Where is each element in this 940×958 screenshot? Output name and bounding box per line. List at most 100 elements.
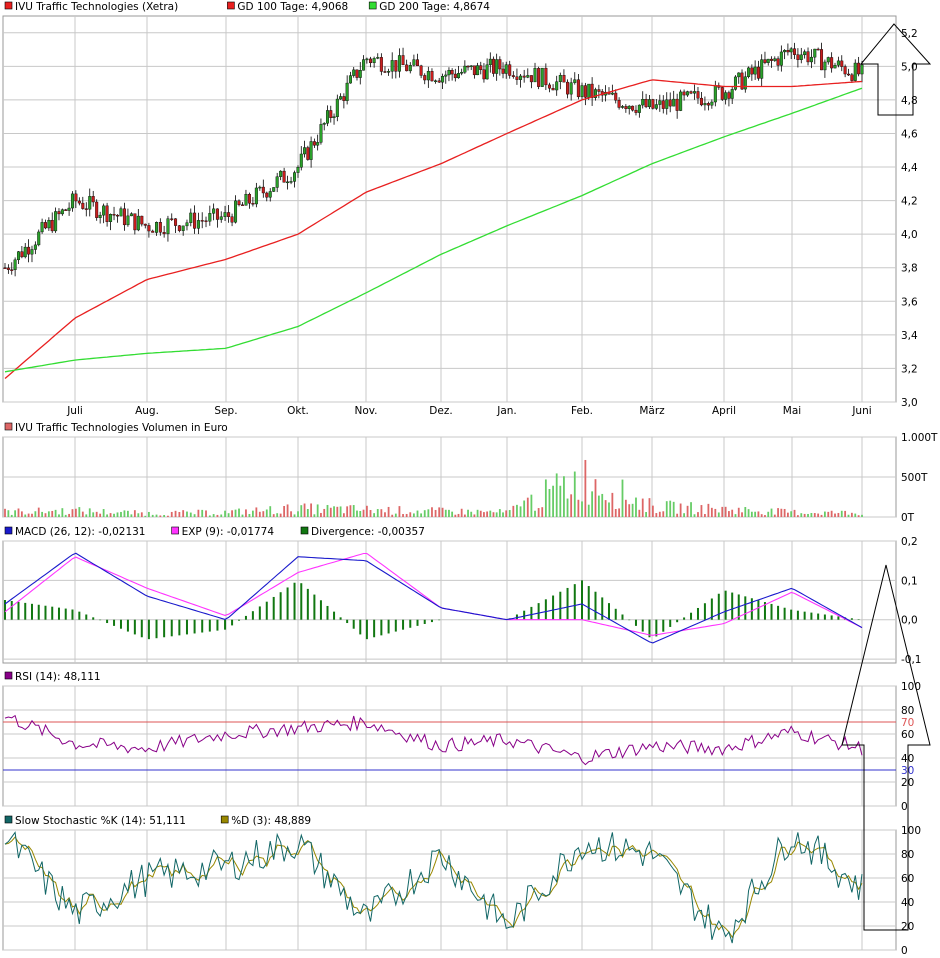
- candle-body: [397, 55, 401, 72]
- volume-bar: [505, 510, 508, 517]
- candle-body: [617, 100, 621, 108]
- divergence-bar: [777, 605, 780, 620]
- volume-bar: [159, 515, 162, 517]
- candle-body: [515, 76, 519, 80]
- candle-body: [803, 51, 807, 56]
- candle-body: [679, 91, 683, 111]
- volume-bar: [747, 509, 750, 517]
- candle-body: [170, 218, 174, 220]
- candle-body: [293, 172, 297, 182]
- xtick-5: Dez.: [429, 405, 452, 417]
- divergence-bar: [523, 610, 526, 620]
- volume-bar: [584, 459, 587, 517]
- volume-bar: [189, 512, 192, 517]
- volume-bar: [754, 511, 757, 517]
- candle-body: [234, 200, 238, 223]
- volume-bar: [339, 506, 342, 517]
- divergence-bar: [57, 607, 60, 620]
- divergence-bar: [703, 603, 706, 620]
- candle-body: [756, 66, 760, 79]
- volume-bar: [704, 514, 706, 517]
- volume-bar: [611, 492, 614, 517]
- volume-bar: [577, 499, 580, 517]
- volume-bar: [127, 510, 129, 517]
- candle-body: [555, 81, 559, 91]
- volume-bar: [133, 510, 136, 517]
- divergence-bar: [552, 595, 555, 620]
- divergence-bar: [119, 619, 122, 629]
- candle-body: [569, 82, 573, 95]
- candle-body: [498, 59, 502, 70]
- candle-body: [853, 62, 857, 81]
- divergence-bar: [373, 619, 376, 638]
- candle-body: [419, 65, 423, 76]
- divergence-bar: [621, 614, 624, 620]
- volume-bar: [686, 505, 689, 517]
- volume-bar: [559, 485, 562, 517]
- candle-body: [126, 215, 130, 226]
- divergence-bar: [783, 607, 786, 620]
- candle-body: [463, 65, 467, 73]
- volume-bar: [106, 514, 108, 517]
- volume-bar: [731, 509, 734, 517]
- volume-bar: [807, 513, 809, 517]
- candle-body: [703, 103, 707, 106]
- volume-bar: [51, 510, 54, 517]
- candle-body: [88, 196, 92, 210]
- candle-body: [710, 101, 714, 106]
- candle-body: [362, 59, 366, 71]
- volume-bar: [523, 500, 526, 517]
- volume-bar: [724, 506, 727, 517]
- candle-body: [177, 225, 181, 231]
- candle-body: [737, 72, 741, 78]
- volume-bar: [10, 514, 13, 517]
- divergence-bar: [394, 619, 397, 632]
- candle-body: [860, 64, 864, 75]
- divergence-bar: [669, 619, 672, 627]
- divergence-bar: [823, 614, 826, 620]
- divergence-bar: [216, 619, 219, 631]
- candle-body: [358, 70, 362, 78]
- panel-frame-macd: [2, 540, 897, 664]
- divergence-bar: [641, 619, 644, 632]
- divergence-bar: [106, 619, 109, 624]
- ytick-volume-2: 1.000T: [901, 432, 938, 444]
- xtick-7: Feb.: [571, 405, 593, 417]
- volume-bar: [78, 507, 81, 517]
- xtick-11: Juni: [851, 405, 871, 417]
- candle-body: [77, 200, 81, 204]
- candle-body: [529, 75, 533, 83]
- volume-bar: [44, 513, 47, 517]
- price-legend-swatch-1: [227, 1, 235, 10]
- candle-body: [23, 246, 27, 258]
- volume-bar: [373, 513, 376, 517]
- volume-bar: [279, 513, 282, 517]
- candle-body: [689, 91, 693, 94]
- volume-bar: [297, 511, 299, 517]
- candle-body: [857, 62, 861, 75]
- candle-body: [675, 98, 679, 111]
- volume-bar: [787, 512, 789, 517]
- candle-body: [355, 69, 359, 78]
- candle-body: [597, 89, 601, 92]
- volume-bar: [707, 503, 710, 517]
- candle-body: [750, 67, 754, 75]
- candle-body: [809, 56, 813, 63]
- volume-bar: [359, 510, 362, 517]
- candle-body: [647, 99, 651, 108]
- candle-body: [64, 209, 68, 211]
- divergence-bar: [409, 619, 412, 628]
- volume-bar: [231, 510, 233, 517]
- ytick-volume-0: 0T: [901, 512, 915, 524]
- ytick-price-2: 3,4: [901, 330, 918, 342]
- divergence-bar: [30, 603, 33, 620]
- volume-bar: [764, 515, 766, 517]
- volume-bar: [861, 514, 863, 517]
- volume-bar: [170, 511, 173, 517]
- stoch-legend-label-1: %D (3): 48,889: [231, 815, 311, 827]
- volume-bar: [573, 471, 576, 517]
- volume-bar: [24, 514, 27, 517]
- candle-body: [50, 219, 54, 232]
- stoch-legend-swatch-0: [4, 815, 13, 824]
- price-legend-label-1: GD 100 Tage: 4,9068: [237, 1, 348, 13]
